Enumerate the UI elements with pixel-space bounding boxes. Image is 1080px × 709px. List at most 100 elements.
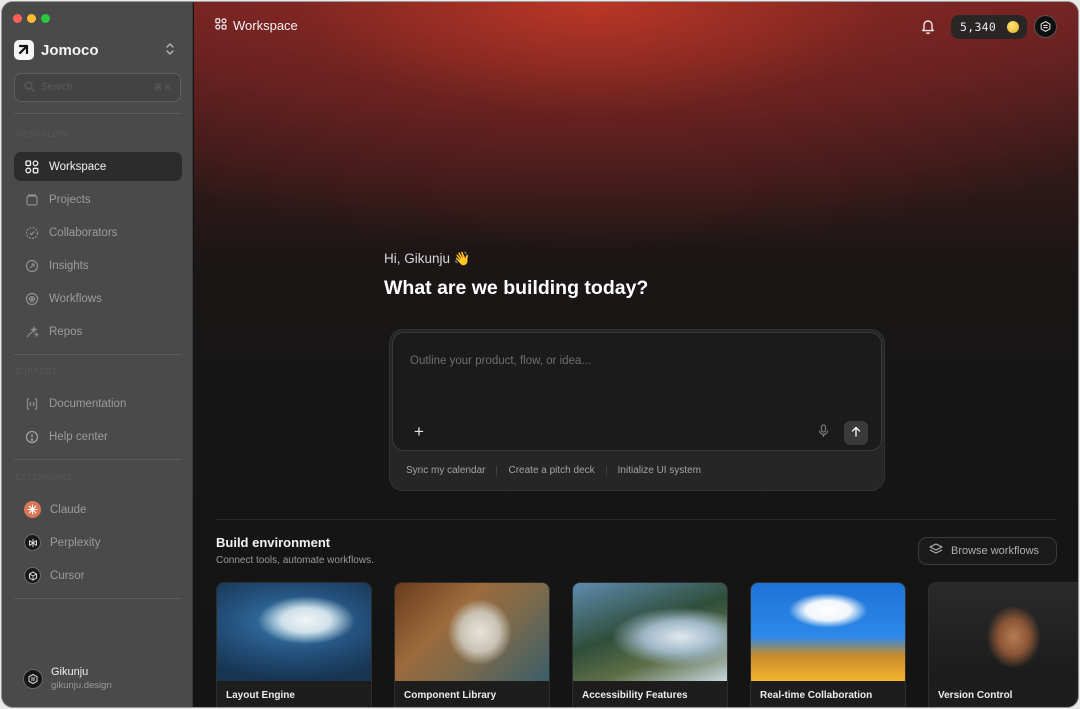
sidebar-divider (14, 354, 182, 355)
sidebar-item-documentation[interactable]: Documentation (14, 389, 182, 418)
card-thumbnail (929, 583, 1078, 681)
user-profile[interactable]: Gikunju gikunju.design (23, 666, 112, 691)
workflows-icon (24, 291, 40, 307)
sidebar-divider (14, 113, 182, 114)
send-button[interactable] (844, 421, 868, 445)
sidebar-item-label: Help center (49, 430, 108, 443)
brand-name: Jomoco (41, 41, 99, 59)
cursor-icon (24, 567, 41, 584)
collaborators-icon (24, 225, 40, 241)
workflow-card-component-library[interactable]: Component Library (394, 582, 550, 708)
workflow-card-accessibility-features[interactable]: Accessibility Features (572, 582, 728, 707)
insights-icon (24, 258, 40, 274)
sidebar-item-help-center[interactable]: Help center (14, 422, 182, 451)
section-label-workflow: WORKFLOW (15, 130, 68, 139)
workflow-card-version-control[interactable]: Version Control (928, 582, 1078, 708)
coin-icon (1007, 21, 1019, 33)
help-icon (24, 429, 40, 445)
card-thumbnail (395, 583, 549, 681)
sidebar: Jomoco Search ⌘ K WORKFLOW Workspace Pro… (2, 2, 193, 707)
suggestion-chip[interactable]: Initialize UI system (618, 465, 701, 476)
page-title-text: Workspace (233, 18, 298, 33)
folder-icon (24, 192, 40, 208)
sidebar-item-label: Documentation (49, 397, 127, 410)
sidebar-item-cursor[interactable]: Cursor (14, 561, 182, 590)
suggestion-divider (605, 466, 607, 476)
card-description (938, 707, 1078, 708)
card-title: Component Library (404, 690, 497, 701)
workspace-grid-icon (215, 18, 227, 33)
card-title: Version Control (938, 690, 1013, 701)
build-section-title: Build environment (216, 535, 331, 550)
section-divider (216, 519, 1056, 520)
credits-value: 5,340 (960, 20, 997, 34)
sidebar-item-workspace[interactable]: Workspace (14, 152, 182, 181)
sidebar-item-label: Cursor (50, 569, 85, 582)
prompt-input-box[interactable]: Outline your product, flow, or idea... + (392, 332, 882, 451)
claude-icon (24, 501, 41, 518)
workspace-switcher[interactable]: Jomoco (14, 39, 179, 61)
sidebar-item-collaborators[interactable]: Collaborators (14, 218, 182, 247)
close-window-button[interactable] (13, 14, 22, 23)
card-description (760, 707, 900, 708)
chevron-updown-icon (165, 42, 175, 61)
jomoco-logo-icon (14, 40, 34, 60)
sidebar-item-label: Workflows (49, 292, 102, 305)
sidebar-item-label: Collaborators (49, 226, 118, 239)
card-thumbnail (217, 583, 371, 681)
sidebar-item-label: Perplexity (50, 536, 101, 549)
suggestion-chip[interactable]: Sync my calendar (406, 465, 485, 476)
window-controls (13, 14, 50, 23)
sidebar-item-label: Claude (50, 503, 87, 516)
build-section-subtitle: Connect tools, automate workflows. (216, 555, 374, 566)
search-field[interactable]: Search ⌘ K (14, 73, 181, 102)
avatar (23, 668, 43, 689)
zoom-window-button[interactable] (41, 14, 50, 23)
card-title: Layout Engine (226, 690, 295, 701)
minimize-window-button[interactable] (27, 14, 36, 23)
app-window: Jomoco Search ⌘ K WORKFLOW Workspace Pro… (1, 1, 1079, 708)
sidebar-item-insights[interactable]: Insights (14, 251, 182, 280)
sidebar-item-label: Repos (49, 325, 83, 338)
sidebar-item-label: Workspace (49, 160, 107, 173)
sidebar-item-workflows[interactable]: Workflows (14, 284, 182, 313)
workspace-grid-icon (24, 159, 40, 175)
suggestion-chip[interactable]: Create a pitch deck (508, 465, 594, 476)
page-title: Workspace (215, 18, 298, 33)
headline: What are we building today? (384, 277, 649, 299)
card-thumbnail (573, 583, 727, 681)
browse-workflows-button[interactable]: Browse workflows (918, 537, 1057, 565)
sidebar-item-claude[interactable]: Claude (14, 495, 182, 524)
documentation-icon (24, 396, 40, 412)
prompt-composer: Outline your product, flow, or idea... +… (389, 329, 885, 491)
search-input[interactable]: Search (41, 82, 153, 93)
notifications-bell-icon[interactable] (920, 18, 936, 40)
card-thumbnail (751, 583, 905, 681)
add-attachment-button[interactable]: + (414, 423, 424, 440)
main-content: Workspace 5,340 Hi, Gikunju 👋 What are w… (194, 2, 1078, 707)
sidebar-divider (14, 459, 182, 460)
card-title: Real-time Collaboration (760, 690, 873, 701)
prompt-input[interactable]: Outline your product, flow, or idea... (410, 355, 591, 367)
layers-icon (929, 543, 943, 559)
section-label-support: SUPPORT (15, 367, 58, 376)
sidebar-item-projects[interactable]: Projects (14, 185, 182, 214)
sidebar-item-label: Insights (49, 259, 89, 272)
perplexity-icon (24, 534, 41, 551)
workflow-card-layout-engine[interactable]: Layout Engine (216, 582, 372, 707)
sidebar-item-repos[interactable]: Repos (14, 317, 182, 346)
suggestion-list: Sync my calendar Create a pitch deck Ini… (406, 465, 701, 476)
repos-icon (24, 324, 40, 340)
avatar[interactable] (1034, 15, 1057, 38)
credits-badge[interactable]: 5,340 (951, 15, 1027, 39)
card-description (404, 707, 544, 708)
microphone-icon[interactable] (818, 424, 829, 443)
workflow-card-list: Layout Engine Component Library Accessib… (216, 582, 1078, 708)
sidebar-item-perplexity[interactable]: Perplexity (14, 528, 182, 557)
greeting-text: Hi, Gikunju 👋 (384, 251, 471, 266)
workflow-card-realtime-collaboration[interactable]: Real-time Collaboration (750, 582, 906, 708)
arrow-up-icon (851, 424, 861, 442)
section-label-extensions: EXTENSIONS (15, 473, 73, 482)
search-icon (24, 79, 35, 97)
user-handle: gikunju.design (51, 680, 112, 691)
